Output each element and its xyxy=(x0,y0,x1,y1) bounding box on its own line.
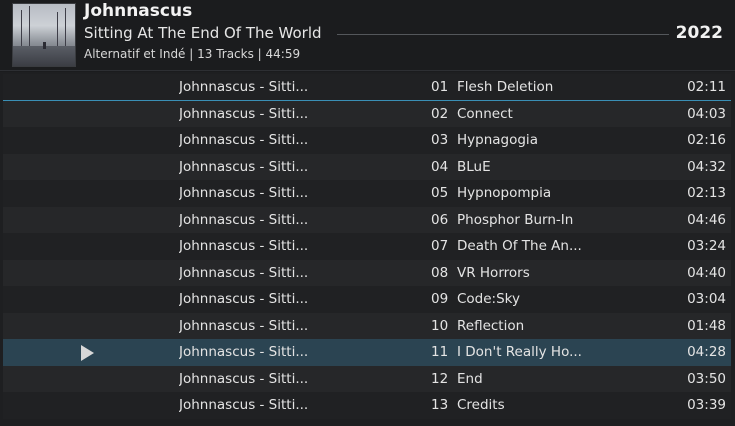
track-duration: 04:28 xyxy=(687,344,726,360)
track-title: Reflection xyxy=(457,317,525,334)
track-duration: 02:16 xyxy=(687,132,726,148)
track-row[interactable]: Johnnascus - Sitti... 02 Connect 04:03 xyxy=(3,100,731,127)
track-duration: 02:11 xyxy=(687,79,726,95)
track-number: 05 xyxy=(431,185,449,201)
track-number: 07 xyxy=(431,238,449,254)
track-name: Johnnascus - Sitti... xyxy=(179,317,309,334)
track-name: Johnnascus - Sitti... xyxy=(179,79,309,95)
track-number: 08 xyxy=(431,264,449,281)
track-title: I Don't Really Ho... xyxy=(457,344,582,360)
track-number: 03 xyxy=(431,132,449,148)
track-row[interactable]: Johnnascus - Sitti... 07 Death Of The An… xyxy=(3,233,731,260)
track-title: Flesh Deletion xyxy=(457,79,554,95)
album-cover[interactable] xyxy=(12,3,76,67)
album-header: Johnnascus Sitting At The End Of The Wor… xyxy=(0,0,735,72)
track-title: End xyxy=(457,370,483,387)
track-title: Death Of The An... xyxy=(457,238,582,254)
track-list: Johnnascus - Sitti... 01 Flesh Deletion … xyxy=(3,74,731,419)
track-name: Johnnascus - Sitti... xyxy=(179,132,309,148)
track-number: 12 xyxy=(431,370,449,387)
track-number: 04 xyxy=(431,158,449,175)
track-title: Hypnopompia xyxy=(457,185,552,201)
track-duration: 03:04 xyxy=(687,291,726,307)
track-row[interactable]: Johnnascus - Sitti... 05 Hypnopompia 02:… xyxy=(3,180,731,207)
play-icon xyxy=(81,345,94,361)
track-number: 02 xyxy=(431,105,449,122)
track-number: 13 xyxy=(431,397,449,413)
track-row[interactable]: Johnnascus - Sitti... 06 Phosphor Burn-I… xyxy=(3,206,731,233)
album-meta: Alternatif et Indé | 13 Tracks | 44:59 xyxy=(84,47,301,61)
track-duration: 02:13 xyxy=(687,185,726,201)
track-number: 06 xyxy=(431,211,449,228)
track-duration: 04:32 xyxy=(687,158,726,175)
track-name: Johnnascus - Sitti... xyxy=(179,211,309,228)
track-title: VR Horrors xyxy=(457,264,530,281)
track-name: Johnnascus - Sitti... xyxy=(179,397,309,413)
track-duration: 03:50 xyxy=(687,370,726,387)
track-duration: 04:40 xyxy=(687,264,726,281)
track-title: Connect xyxy=(457,105,513,122)
track-number: 09 xyxy=(431,291,449,307)
track-row-playing[interactable]: Johnnascus - Sitti... 11 I Don't Really … xyxy=(3,339,731,366)
track-name: Johnnascus - Sitti... xyxy=(179,158,309,175)
track-row[interactable]: Johnnascus - Sitti... 03 Hypnagogia 02:1… xyxy=(3,127,731,154)
header-divider xyxy=(0,70,735,71)
track-duration: 03:39 xyxy=(687,397,726,413)
track-row[interactable]: Johnnascus - Sitti... 08 VR Horrors 04:4… xyxy=(3,259,731,286)
track-duration: 04:03 xyxy=(687,105,726,122)
track-name: Johnnascus - Sitti... xyxy=(179,105,309,122)
track-row[interactable]: Johnnascus - Sitti... 13 Credits 03:39 xyxy=(3,392,731,419)
track-title: Hypnagogia xyxy=(457,132,538,148)
track-number: 01 xyxy=(431,79,449,95)
track-name: Johnnascus - Sitti... xyxy=(179,370,309,387)
track-number: 10 xyxy=(431,317,449,334)
track-row[interactable]: Johnnascus - Sitti... 10 Reflection 01:4… xyxy=(3,312,731,339)
track-title: Credits xyxy=(457,397,505,413)
track-row[interactable]: Johnnascus - Sitti... 12 End 03:50 xyxy=(3,365,731,392)
track-row[interactable]: Johnnascus - Sitti... 09 Code:Sky 03:04 xyxy=(3,286,731,313)
track-duration: 01:48 xyxy=(687,317,726,334)
album-title: Sitting At The End Of The World xyxy=(84,24,322,42)
track-name: Johnnascus - Sitti... xyxy=(179,344,309,360)
track-name: Johnnascus - Sitti... xyxy=(179,185,309,201)
track-title: Phosphor Burn-In xyxy=(457,211,574,228)
track-row[interactable]: Johnnascus - Sitti... 04 BLuE 04:32 xyxy=(3,153,731,180)
track-title: BLuE xyxy=(457,158,491,175)
track-duration: 03:24 xyxy=(687,238,726,254)
track-title: Code:Sky xyxy=(457,291,521,307)
track-row[interactable]: Johnnascus - Sitti... 01 Flesh Deletion … xyxy=(3,74,731,101)
title-divider xyxy=(337,34,669,35)
track-number: 11 xyxy=(431,344,449,360)
album-year: 2022 xyxy=(675,23,723,43)
track-name: Johnnascus - Sitti... xyxy=(179,264,309,281)
track-name: Johnnascus - Sitti... xyxy=(179,238,309,254)
track-duration: 04:46 xyxy=(687,211,726,228)
track-name: Johnnascus - Sitti... xyxy=(179,291,309,307)
album-artist: Johnnascus xyxy=(84,1,193,21)
